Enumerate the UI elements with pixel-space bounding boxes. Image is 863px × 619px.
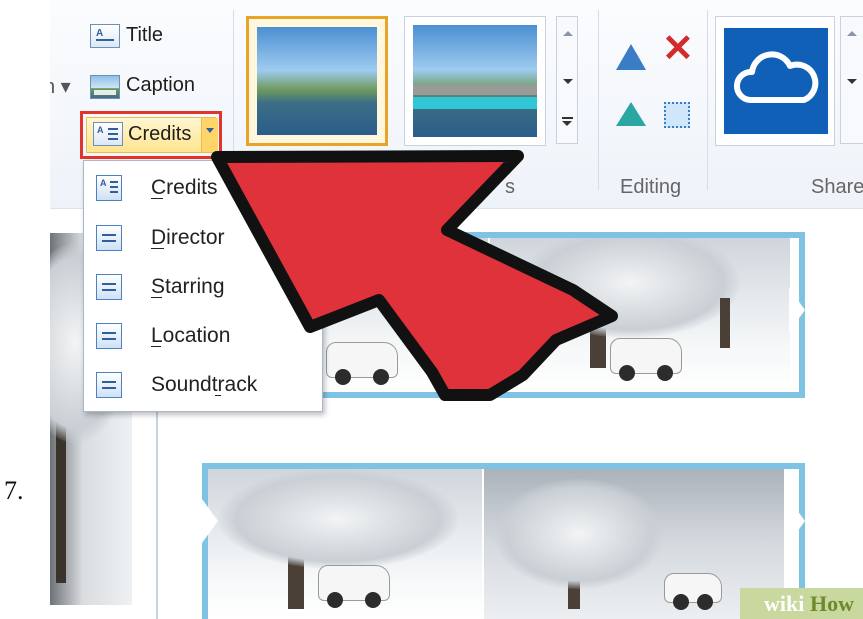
watermark-wiki: wiki [764, 591, 805, 616]
screenshot-area: n ▾ A Title Caption A Credits [50, 0, 863, 619]
watermark-how: How [810, 591, 854, 616]
step-number: 7. [4, 476, 24, 505]
wikihow-watermark: wiki How [740, 588, 863, 619]
annotation-arrow [211, 150, 618, 401]
